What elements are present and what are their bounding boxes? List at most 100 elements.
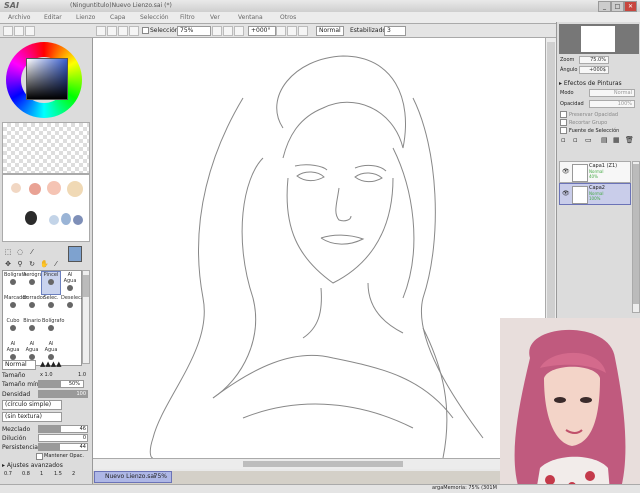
flip-icon[interactable] — [298, 26, 308, 36]
selection-checkbox[interactable] — [142, 27, 149, 34]
menu-seleccion[interactable]: Selección — [140, 14, 169, 21]
deselect-icon[interactable] — [118, 26, 128, 36]
document-tab[interactable]: Nuevo Lienzo.sai 75% — [94, 471, 172, 483]
layer-item-selected[interactable]: 👁 Capa2 Normal 100% — [559, 183, 631, 205]
brush-tool[interactable]: Binario — [23, 318, 41, 340]
eyedropper-icon[interactable]: ⁄ — [52, 260, 60, 268]
brush-tool[interactable]: Deselec. — [61, 295, 82, 317]
color-swatch[interactable] — [67, 181, 83, 197]
menu-editar[interactable]: Editar — [44, 14, 62, 21]
layer-opacity-slider[interactable]: 100% — [589, 100, 635, 108]
hand-icon[interactable]: ✋ — [40, 260, 49, 268]
undo-icon[interactable] — [96, 26, 106, 36]
clear-layer-icon[interactable]: ▦ — [613, 136, 620, 144]
color-swatch[interactable] — [61, 213, 71, 225]
brush-shape-icons[interactable]: ▲▲▲▲ — [40, 360, 62, 368]
blend-mode-select[interactable]: Normal — [316, 26, 344, 36]
magic-wand-icon[interactable]: ⁄ — [28, 248, 36, 256]
brush-tool-selected[interactable]: Pincel — [41, 271, 61, 295]
visibility-icon[interactable]: 👁 — [562, 190, 570, 197]
keep-opacity-checkbox[interactable] — [36, 453, 43, 460]
maximize-button[interactable]: □ — [611, 1, 624, 12]
menu-filtro[interactable]: Filtro — [180, 14, 195, 21]
brush-tool[interactable]: Marcador — [4, 295, 27, 317]
view-mode-icon[interactable] — [3, 26, 13, 36]
canvas-horizontal-scrollbar[interactable] — [93, 458, 545, 469]
zoom-select[interactable]: 75% — [177, 26, 211, 36]
merge-layer-icon[interactable]: ▤ — [601, 136, 608, 144]
current-color-swatch[interactable] — [68, 246, 82, 262]
rect-select-icon[interactable]: ⬚ — [4, 248, 12, 256]
layer-item[interactable]: 👁 Capa1 (Z1) Normal 40% — [559, 161, 631, 183]
brush-grid-scrollbar[interactable] — [82, 270, 90, 364]
color-swatch[interactable] — [25, 211, 37, 225]
size-preset[interactable]: 0.8 — [22, 471, 30, 477]
color-swatch[interactable] — [11, 183, 21, 193]
zoom-reset-icon[interactable] — [234, 26, 244, 36]
menu-lienzo[interactable]: Lienzo — [76, 14, 95, 21]
layer-mode-select[interactable]: Normal — [589, 89, 635, 97]
nav-zoom-field[interactable]: 75.0% — [579, 56, 609, 64]
paper-effects-toggle[interactable]: ▸ Efectos de Pinturas — [559, 80, 622, 87]
nav-angle-field[interactable]: +000$ — [579, 66, 609, 74]
size-preset[interactable]: 1 — [40, 471, 43, 477]
advanced-settings-toggle[interactable]: ▸ Ajustes avanzados — [2, 462, 63, 469]
brush-shape-select[interactable]: (círculo simple) — [2, 400, 62, 410]
color-scratchpad[interactable] — [2, 174, 90, 242]
layer-list-scrollbar[interactable] — [632, 161, 640, 313]
saturation-value-square[interactable] — [26, 58, 68, 100]
close-button[interactable]: ✕ — [624, 1, 637, 12]
menu-capa[interactable]: Capa — [110, 14, 125, 21]
brush-tool-grid: Bolígrafo Aerógraf Pincel Al Agua Marcad… — [2, 270, 82, 366]
brush-tool[interactable]: Selec. — [42, 295, 60, 317]
size-preset[interactable]: 1.5 — [54, 471, 62, 477]
zoom-icon[interactable]: ⚲ — [16, 260, 24, 268]
color-swatch[interactable] — [29, 183, 41, 195]
size-preset[interactable]: 0.7 — [4, 471, 12, 477]
invert-selection-icon[interactable] — [129, 26, 139, 36]
menu-otros[interactable]: Otros — [280, 14, 296, 21]
visibility-icon[interactable]: 👁 — [562, 168, 570, 175]
view-mode-icon[interactable] — [14, 26, 24, 36]
rotate-icon[interactable]: ↻ — [28, 260, 36, 268]
lasso-icon[interactable]: ◌ — [16, 248, 24, 256]
brush-texture-select[interactable]: (sin textura) — [2, 412, 62, 422]
view-mode-icon[interactable] — [25, 26, 35, 36]
move-icon[interactable]: ✥ — [4, 260, 12, 268]
preserve-opacity-option[interactable]: Preservar Opacidad — [560, 111, 618, 118]
navigator-preview[interactable] — [559, 24, 639, 54]
scratchpad-transparent[interactable] — [2, 122, 90, 174]
menu-archivo[interactable]: Archivo — [8, 14, 30, 21]
rotation-select[interactable]: +000° — [248, 26, 276, 36]
menu-ver[interactable]: Ver — [210, 14, 220, 21]
color-swatch[interactable] — [73, 215, 83, 225]
brush-tool[interactable]: Bolígrafo — [42, 318, 64, 340]
color-swatch[interactable] — [47, 181, 61, 195]
new-layer-icon[interactable]: ▫ — [561, 136, 566, 144]
brush-tool[interactable]: Borrador — [23, 295, 45, 317]
size-value[interactable]: 1.0 — [66, 372, 86, 378]
menu-ventana[interactable]: Ventana — [238, 14, 263, 21]
color-swatch[interactable] — [49, 215, 59, 225]
brush-tool[interactable]: Aerógraf — [23, 272, 44, 294]
new-folder-icon[interactable]: ▭ — [585, 136, 592, 144]
zoom-out-icon[interactable] — [212, 26, 222, 36]
rotate-left-icon[interactable] — [276, 26, 286, 36]
drawing-canvas[interactable] — [93, 38, 545, 458]
redo-icon[interactable] — [107, 26, 117, 36]
brush-tool[interactable]: Bolígrafo — [4, 272, 26, 294]
brush-tool[interactable]: Al Agua — [61, 272, 79, 294]
brush-mode-select[interactable]: Normal — [2, 360, 36, 370]
size-preset[interactable]: 2 — [72, 471, 75, 477]
size-multiplier[interactable]: x 1.0 — [40, 372, 53, 378]
stabilizer-select[interactable]: 3 — [384, 26, 406, 36]
brush-tool[interactable]: Cubo — [4, 318, 22, 340]
minimize-button[interactable]: _ — [598, 1, 611, 12]
zoom-in-icon[interactable] — [223, 26, 233, 36]
clip-group-option[interactable]: Recortar Grupo — [560, 119, 607, 126]
layer-opacity: 40% — [589, 174, 598, 179]
rotate-right-icon[interactable] — [287, 26, 297, 36]
selection-source-option[interactable]: Fuente de Selección — [560, 127, 619, 134]
new-vector-layer-icon[interactable]: ▫ — [573, 136, 578, 144]
delete-layer-icon[interactable]: 🗑 — [625, 136, 634, 144]
